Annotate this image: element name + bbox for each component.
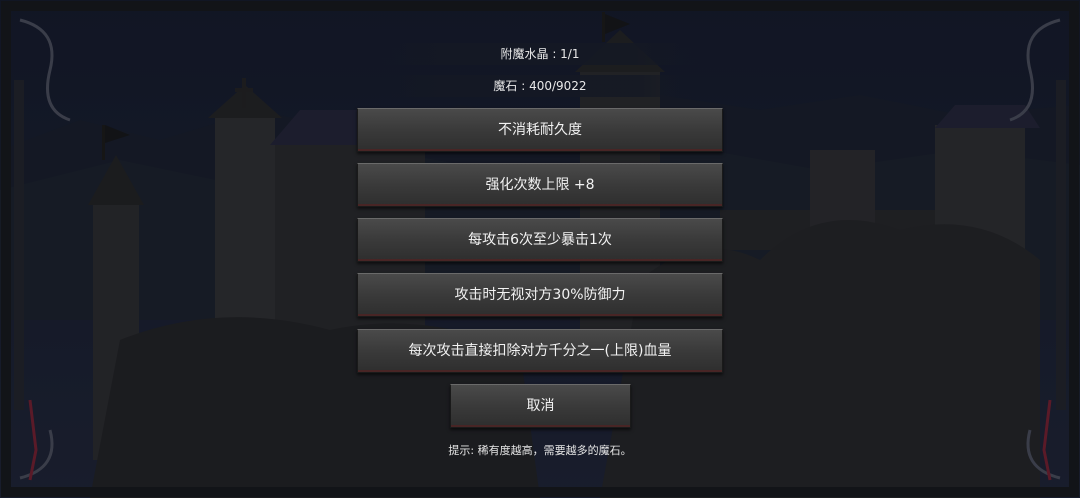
hint-text: 提示: 稀有度越高，需要越多的魔石。 — [448, 444, 632, 457]
crystal-count: 附魔水晶 : 1/1 — [380, 43, 700, 65]
magic-stone-count: 魔石 : 400/9022 — [380, 75, 700, 97]
option-no-durability-loss-button[interactable]: 不消耗耐久度 — [357, 108, 723, 152]
option-ignore-defense-button[interactable]: 攻击时无视对方30%防御力 — [357, 273, 723, 317]
option-hp-damage-button[interactable]: 每次攻击直接扣除对方千分之一(上限)血量 — [357, 329, 723, 373]
cancel-button[interactable]: 取消 — [450, 384, 631, 428]
option-enhance-limit-button[interactable]: 强化次数上限 +8 — [357, 163, 723, 207]
option-guaranteed-crit-button[interactable]: 每攻击6次至少暴击1次 — [357, 218, 723, 262]
